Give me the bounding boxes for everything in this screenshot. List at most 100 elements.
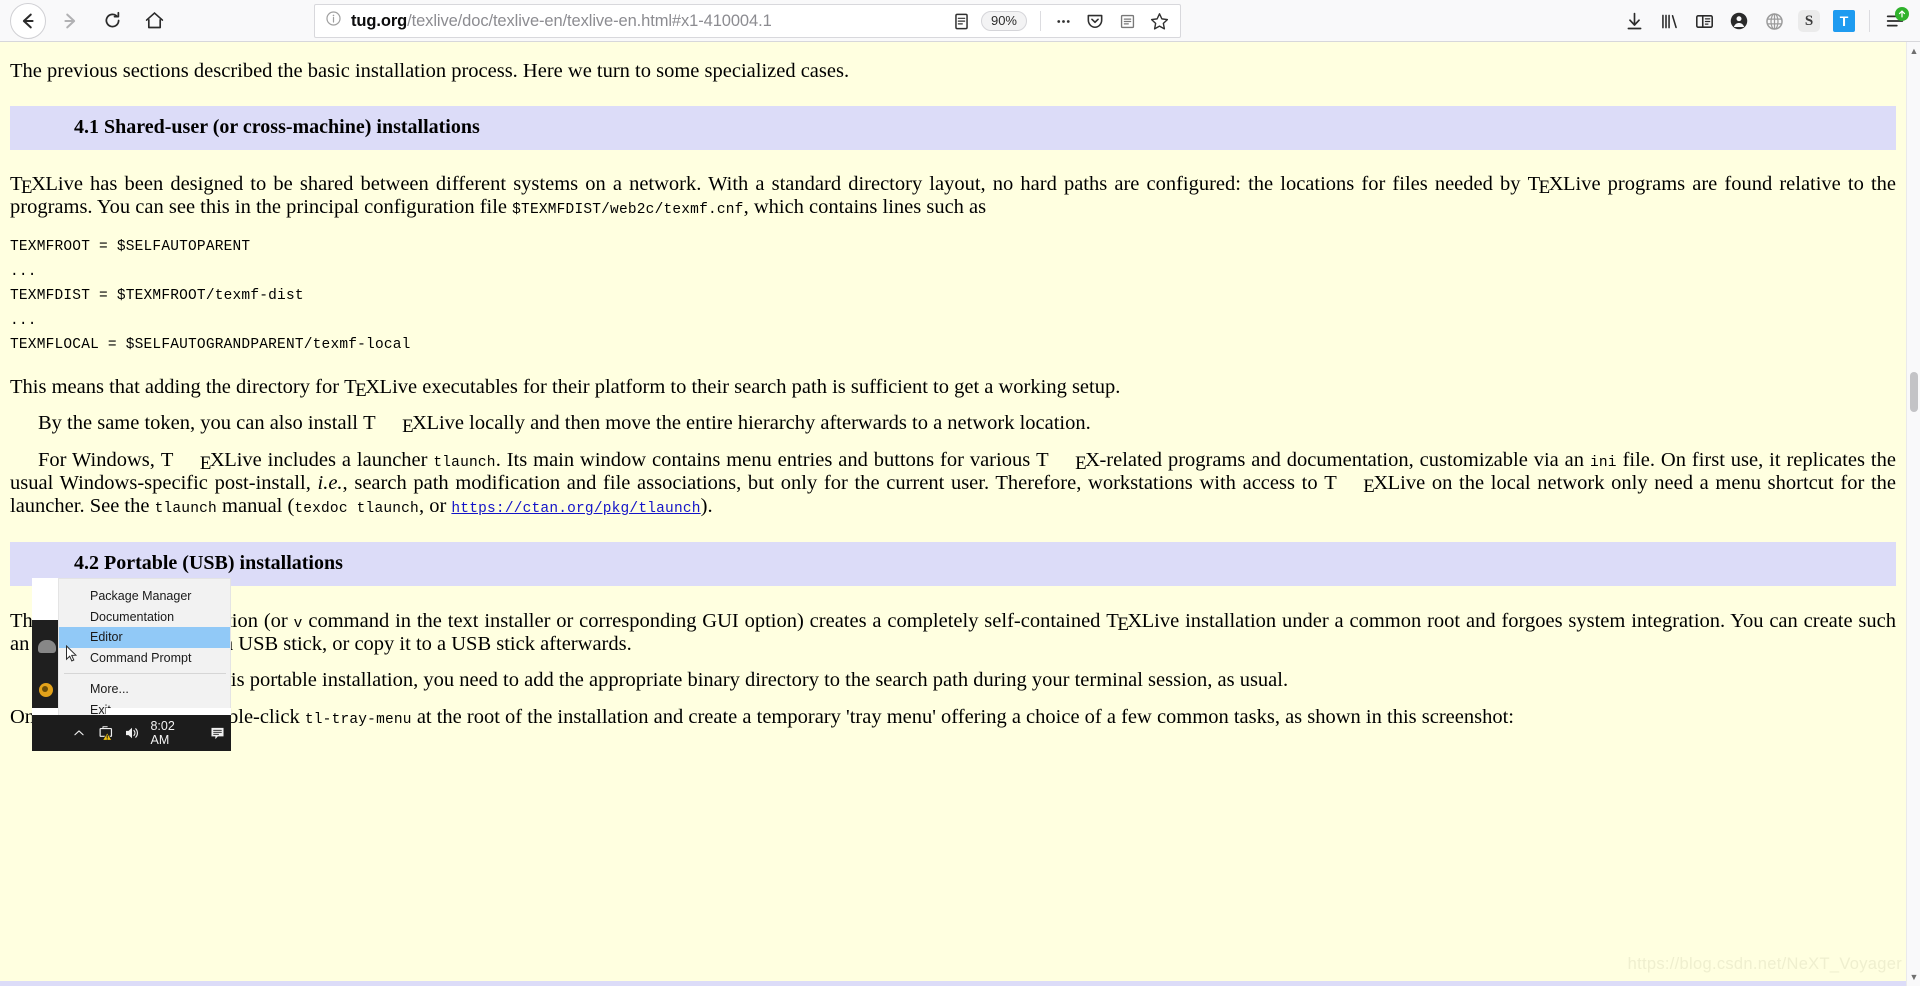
inline-code-tl-tray-menu: tl-tray-menu (304, 711, 412, 728)
tex-logo: TEX (363, 412, 427, 438)
tray-menu-screenshot: Package Manager Documentation Editor Com… (32, 578, 231, 751)
p414-b: Live includes a launcher (224, 448, 434, 471)
cloud-icon (38, 640, 56, 653)
watermark-text: https://blog.csdn.net/NeXT_Voyager (1627, 955, 1902, 973)
inline-code-texdoc-tlaunch: texdoc tlaunch (294, 500, 419, 517)
account-icon[interactable] (1722, 5, 1756, 37)
pocket-icon[interactable] (1080, 7, 1110, 35)
paragraph-4-1-3: By the same token, you can also install … (10, 412, 1896, 438)
taskbar-clock[interactable]: 8:02 AM (150, 719, 195, 747)
p414-c: . Its main window contains menu entries … (495, 448, 1037, 471)
info-circle-icon[interactable] (325, 10, 342, 32)
paragraph-4-1-2: This means that adding the directory for… (10, 376, 1896, 402)
back-button[interactable] (8, 2, 48, 39)
speaker-icon[interactable] (119, 724, 145, 742)
paragraph-4-1-1: TEXLive has been designed to be shared b… (10, 173, 1896, 219)
navigation-buttons (0, 2, 174, 39)
p411-c: , which contains lines such as (743, 196, 987, 219)
tex-logo: TEX (160, 448, 225, 474)
address-bar-actions: 90% (947, 7, 1174, 35)
inline-code-tlaunch-1: tlaunch (433, 454, 496, 471)
section-heading-4-1: 4.1 Shared-user (or cross-machine) insta… (10, 106, 1896, 151)
p413-a: By the same token, you can also install (38, 412, 364, 435)
app-icon (39, 683, 53, 697)
update-available-badge (1895, 7, 1909, 21)
menu-item-documentation[interactable]: Documentation (59, 607, 230, 628)
toolbar-divider-2 (1869, 10, 1870, 32)
p414-i: , or (418, 494, 452, 517)
inline-code-tlaunch-2: tlaunch (154, 500, 217, 517)
chevron-up-icon[interactable] (64, 726, 93, 740)
paragraph-4-1-4: For Windows, T EXLive includes a launcher… (10, 449, 1896, 518)
tray-context-menu: Package Manager Documentation Editor Com… (58, 578, 231, 717)
tex-logo: TEX (1324, 471, 1388, 497)
p412-b: Live executables for their platform to t… (379, 376, 1121, 399)
ctan-tlaunch-link[interactable]: https://ctan.org/pkg/tlaunch (451, 501, 700, 517)
p412-a: This means that adding the directory for (10, 376, 345, 399)
menu-item-command-prompt[interactable]: Command Prompt (59, 648, 230, 669)
p414-a: For Windows, (38, 448, 161, 471)
tex-logo: TEX (1036, 448, 1100, 474)
toolbar-divider (1040, 11, 1041, 31)
tex-logo: TEX (344, 376, 380, 402)
page-viewport: The previous sections described the basi… (0, 42, 1920, 986)
paragraph-4-2-2: To run TEX using this portable installat… (10, 669, 1896, 694)
p423-b: at the root of the installation and crea… (411, 705, 1514, 728)
ellipsis-icon[interactable] (1048, 7, 1078, 35)
extension-s-icon[interactable]: S (1792, 5, 1826, 37)
url-path: /texlive/doc/texlive-en/texlive-en.html#… (407, 11, 772, 30)
scroll-down-arrow[interactable]: ▼ (1907, 970, 1920, 984)
next-section-heading-band (0, 981, 1906, 986)
url-text[interactable]: tug.org/texlive/doc/texlive-en/texlive-e… (351, 12, 947, 31)
url-host: tug.org (351, 11, 408, 30)
home-button[interactable] (134, 5, 174, 37)
reload-button[interactable] (92, 5, 132, 37)
downloads-icon[interactable] (1617, 5, 1651, 37)
forward-arrow-icon (64, 13, 76, 28)
app-menu-icon[interactable] (1878, 5, 1912, 37)
p414-italic: i.e. (317, 471, 343, 494)
reload-icon (105, 11, 119, 28)
reader-mode-icon[interactable] (1112, 7, 1142, 35)
paragraph-4-2-3: On Windows, you can double-click tl-tray… (10, 706, 1896, 729)
code-block-texmf: TEXMFROOT = $SELFAUTOPARENT ... TEXMFDIS… (10, 239, 411, 353)
sidebar-icon[interactable] (1687, 5, 1721, 37)
home-icon (145, 12, 163, 29)
extension-t-icon[interactable]: T (1827, 5, 1861, 37)
document-content: The previous sections described the basi… (0, 42, 1906, 986)
reader-view-icon[interactable] (947, 7, 977, 35)
menu-item-editor[interactable]: Editor (59, 627, 230, 648)
scrollbar-thumb[interactable] (1910, 372, 1918, 412)
extension-s-label: S (1798, 10, 1820, 32)
menu-top-padding (59, 579, 230, 586)
library-icon[interactable] (1652, 5, 1686, 37)
back-button-circle[interactable] (10, 2, 46, 39)
menu-item-package-manager[interactable]: Package Manager (59, 586, 230, 607)
p414-j: ). (700, 494, 713, 517)
globe-icon[interactable] (1757, 5, 1791, 37)
page-scrollbar[interactable]: ▲ ▼ (1906, 42, 1920, 986)
mouse-pointer-icon (66, 645, 78, 662)
p421-c: command in the text installer or corresp… (302, 610, 1107, 633)
bookmark-star-icon[interactable] (1144, 7, 1174, 35)
tex-logo: TEX (1527, 173, 1564, 199)
p413-b: Live locally and then move the entire hi… (426, 412, 1091, 435)
network-warning-icon[interactable] (93, 725, 119, 742)
inline-code-texmfdist: $TEXMFDIST/web2c/texmf.cnf (512, 202, 744, 219)
address-bar[interactable]: tug.org/texlive/doc/texlive-en/texlive-e… (314, 4, 1181, 38)
menu-item-more[interactable]: More... (59, 679, 230, 700)
tex-logo: TEX (10, 173, 46, 199)
inline-code-ini: ini (1589, 454, 1617, 471)
zoom-level-badge[interactable]: 90% (980, 11, 1027, 31)
menu-separator (64, 673, 226, 674)
p411-a: Live has been designed to be shared betw… (45, 173, 1528, 196)
tex-logo: TEX (1106, 610, 1142, 636)
browser-toolbar-right: S T (1617, 0, 1912, 42)
section-heading-4-2: 4.2 Portable (USB) installations (10, 542, 1896, 587)
forward-button[interactable] (50, 5, 90, 37)
p422-b: using this portable installation, you ne… (165, 669, 1289, 692)
action-center-icon[interactable] (204, 725, 231, 742)
scroll-up-arrow[interactable]: ▲ (1907, 44, 1920, 58)
windows-taskbar: 8:02 AM (32, 715, 231, 751)
back-arrow-icon (22, 13, 34, 28)
